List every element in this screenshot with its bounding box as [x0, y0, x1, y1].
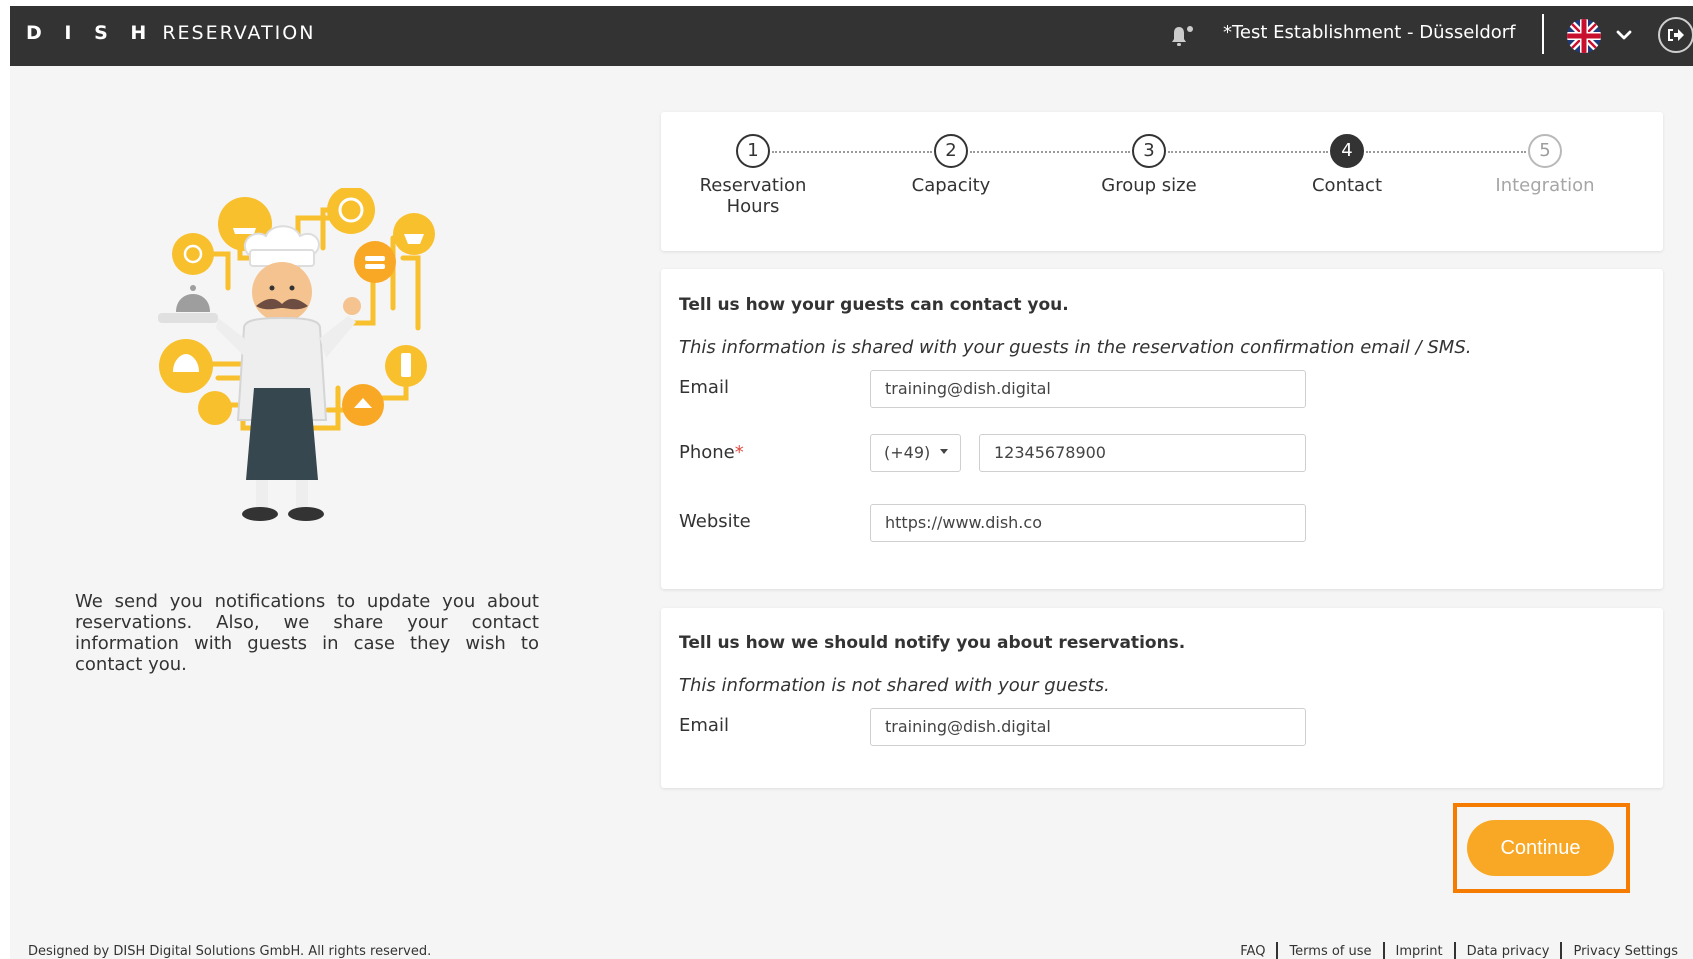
- uk-flag-icon: [1567, 19, 1632, 53]
- app-window: D I S H RESERVATION *Test Establishment …: [10, 6, 1693, 959]
- email-label: Email: [679, 377, 729, 398]
- logout-button[interactable]: [1658, 17, 1693, 53]
- header-divider: [1542, 14, 1544, 54]
- step-reservation-hours[interactable]: 1 Reservation Hours: [673, 134, 833, 217]
- step-label: Capacity: [911, 175, 991, 196]
- notification-contact-card: Tell us how we should notify you about r…: [661, 608, 1663, 788]
- footer-link-privacy-settings[interactable]: Privacy Settings: [1562, 944, 1689, 959]
- notification-description: We send you notifications to update you …: [75, 591, 539, 675]
- step-number: 3: [1132, 134, 1166, 168]
- guest-contact-card: Tell us how your guests can contact you.…: [661, 269, 1663, 589]
- step-number: 4: [1330, 134, 1364, 168]
- contact-card-note: This information is shared with your gue…: [679, 337, 1472, 358]
- step-integration: 5 Integration: [1465, 134, 1625, 196]
- continue-button[interactable]: Continue: [1467, 820, 1614, 876]
- step-group-size[interactable]: 3 Group size: [1069, 134, 1229, 196]
- footer-copyright: Designed by DISH Digital Solutions GmbH.…: [28, 944, 432, 959]
- logout-icon: [1668, 29, 1684, 41]
- step-label: Group size: [1101, 175, 1197, 196]
- language-selector[interactable]: [1566, 18, 1646, 54]
- website-label: Website: [679, 511, 751, 532]
- establishment-selector[interactable]: *Test Establishment - Düsseldorf: [1223, 22, 1516, 43]
- step-label: Integration: [1495, 175, 1595, 196]
- app-logo[interactable]: D I S H RESERVATION: [26, 22, 315, 44]
- notify-card-note: This information is not shared with your…: [679, 675, 1110, 696]
- logo-brand: D I S H: [26, 22, 155, 44]
- country-code-value: (+49): [884, 443, 931, 462]
- guest-email-field[interactable]: training@dish.digital: [870, 370, 1306, 408]
- chevron-down-icon: [1616, 30, 1632, 40]
- step-label: Reservation Hours: [699, 175, 807, 217]
- notify-email-label: Email: [679, 715, 729, 736]
- notify-card-title: Tell us how we should notify you about r…: [679, 633, 1186, 653]
- step-number: 1: [736, 134, 770, 168]
- wizard-stepper: 1 Reservation Hours 2 Capacity 3 Group s…: [661, 112, 1663, 251]
- phone-number-field[interactable]: 12345678900: [979, 434, 1306, 472]
- top-bar: D I S H RESERVATION *Test Establishment …: [10, 6, 1693, 66]
- footer-link-faq[interactable]: FAQ: [1229, 944, 1276, 959]
- footer-link-imprint[interactable]: Imprint: [1385, 944, 1454, 959]
- footer-link-data-privacy[interactable]: Data privacy: [1456, 944, 1561, 959]
- caret-down-icon: [940, 449, 949, 454]
- step-number: 2: [934, 134, 968, 168]
- footer-links: FAQ Terms of use Imprint Data privacy Pr…: [1229, 942, 1689, 959]
- step-number: 5: [1528, 134, 1562, 168]
- footer-link-terms[interactable]: Terms of use: [1278, 944, 1382, 959]
- step-capacity[interactable]: 2 Capacity: [871, 134, 1031, 196]
- step-contact[interactable]: 4 Contact: [1267, 134, 1427, 196]
- required-marker: *: [734, 442, 744, 463]
- website-field[interactable]: https://www.dish.co: [870, 504, 1306, 542]
- contact-card-title: Tell us how your guests can contact you.: [679, 295, 1069, 315]
- logo-word: RESERVATION: [162, 22, 316, 44]
- bell-icon[interactable]: [1163, 24, 1193, 48]
- chef-illustration: [158, 186, 478, 522]
- phone-label-text: Phone: [679, 442, 735, 463]
- phone-label: Phone*: [679, 442, 744, 463]
- phone-country-code-select[interactable]: (+49): [870, 434, 961, 472]
- notify-email-field[interactable]: training@dish.digital: [870, 708, 1306, 746]
- step-label: Contact: [1311, 175, 1383, 196]
